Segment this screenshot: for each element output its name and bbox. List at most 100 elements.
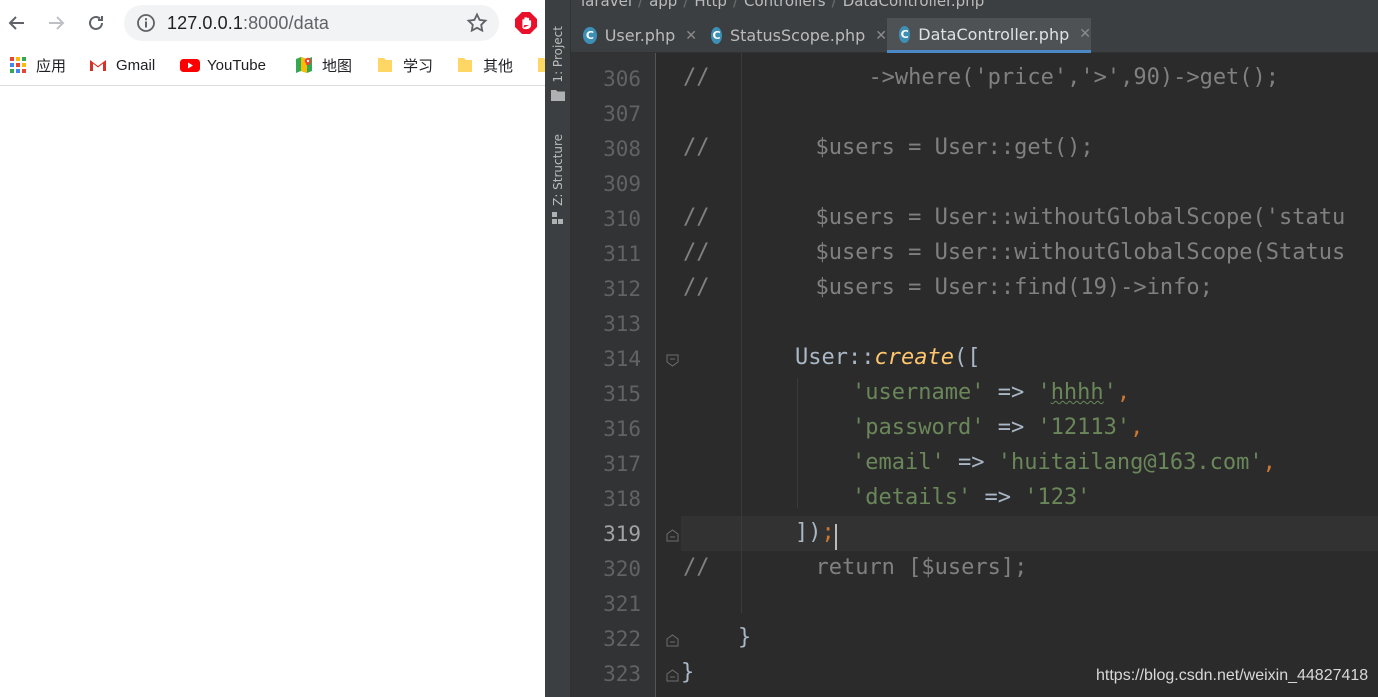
- bookmark-gmail[interactable]: Gmail: [88, 54, 155, 76]
- reload-icon: [89, 15, 103, 30]
- line-number: 322: [603, 627, 641, 651]
- tab-statusscope-php[interactable]: C StatusScope.php ✕: [699, 18, 887, 53]
- line-number: 314: [603, 347, 641, 371]
- info-icon[interactable]: [136, 13, 156, 33]
- code-text: return [$users];: [709, 555, 1028, 580]
- fold-close-icon[interactable]: [666, 529, 679, 542]
- php-class-icon: C: [899, 25, 911, 43]
- breadcrumb-item[interactable]: Controllers: [744, 0, 826, 10]
- line-number: 310: [603, 207, 641, 231]
- indent-guide: [797, 378, 798, 508]
- close-icon[interactable]: ✕: [685, 28, 697, 44]
- code-text: $users = User::withoutGlobalScope(Status: [709, 240, 1346, 265]
- bookmark-label: 学习: [403, 57, 434, 75]
- bookmark-folder-study[interactable]: 学习: [375, 54, 433, 76]
- breadcrumb-item[interactable]: app: [649, 0, 677, 10]
- code-line: 'password' => '12113',: [852, 415, 1144, 440]
- line-number: 317: [603, 452, 641, 476]
- code-line: // $users = User::withoutGlobalScope(Sta…: [683, 240, 1345, 265]
- forward-button[interactable]: [41, 8, 71, 38]
- close-icon[interactable]: ✕: [875, 28, 887, 44]
- close-icon[interactable]: ✕: [1079, 26, 1091, 42]
- code-line: 'details' => '123': [852, 485, 1091, 510]
- code-editor[interactable]: 306 307 308 309 310 311 312 313 314 315 …: [571, 53, 1378, 697]
- structure-tab-label: Z: Structure: [551, 134, 565, 206]
- bookmark-youtube[interactable]: YouTube: [179, 54, 266, 76]
- structure-icon: [552, 211, 563, 224]
- comment-marker: //: [683, 275, 710, 300]
- bookmark-label: Gmail: [116, 56, 156, 74]
- comment-marker: //: [683, 135, 710, 160]
- gmail-icon: [88, 55, 108, 75]
- code-line: }: [738, 625, 752, 650]
- page-content: [0, 87, 545, 697]
- folder-icon: [375, 55, 395, 75]
- php-class-icon: C: [583, 27, 597, 44]
- tab-label: DataController.php: [918, 24, 1070, 44]
- back-button[interactable]: [2, 8, 32, 38]
- code-line: }: [681, 660, 695, 685]
- project-tool-tab[interactable]: 1: Project: [547, 26, 569, 101]
- line-number: 313: [603, 312, 641, 336]
- line-number: 323: [603, 662, 641, 686]
- code-line: ]);: [795, 520, 835, 545]
- tab-label: StatusScope.php: [730, 26, 866, 45]
- code-text: ->where('price','>',90)->get();: [709, 65, 1280, 90]
- line-number: 319: [603, 522, 641, 546]
- apps-grid-icon: [8, 55, 28, 75]
- bookmark-apps[interactable]: 应用: [8, 54, 66, 76]
- tool-window-strip: 1: Project Z: Structure: [545, 0, 571, 697]
- youtube-icon: [179, 55, 200, 75]
- code-line: 'email' => 'huitailang@163.com',: [852, 450, 1276, 475]
- tab-datacontroller-php[interactable]: C DataController.php ✕: [887, 18, 1091, 53]
- comment-marker: //: [683, 240, 710, 265]
- ide-window: 1: Project Z: Structure laravel / app / Http…: [545, 0, 1378, 697]
- bookmarks-bar: 应用 Gmail YouTube 地图 学习 其他: [0, 46, 545, 86]
- folder-icon: [551, 89, 565, 101]
- bookmark-label: YouTube: [207, 56, 266, 74]
- line-number: 321: [603, 592, 641, 616]
- code-line: // return [$users];: [683, 555, 1027, 580]
- bookmark-maps[interactable]: 地图: [294, 54, 352, 76]
- line-number: 318: [603, 487, 641, 511]
- line-number: 309: [603, 172, 641, 196]
- comment-marker: //: [683, 555, 710, 580]
- project-tab-label: 1: Project: [551, 26, 565, 83]
- structure-tool-tab[interactable]: Z: Structure: [547, 134, 569, 224]
- current-line-highlight: [681, 516, 1378, 551]
- line-number: 315: [603, 382, 641, 406]
- line-number: 316: [603, 417, 641, 441]
- code-line: // ->where('price','>',90)->get();: [683, 65, 1279, 90]
- comment-marker: //: [683, 205, 710, 230]
- breadcrumb-item[interactable]: DataController.php: [843, 0, 985, 10]
- line-number: 307: [603, 102, 641, 126]
- bookmark-star-icon[interactable]: [465, 11, 489, 35]
- line-number: 320: [603, 557, 641, 581]
- fold-open-icon[interactable]: [666, 354, 679, 367]
- tab-user-php[interactable]: C User.php ✕: [571, 18, 697, 53]
- bookmark-folder-other[interactable]: 其他: [455, 54, 513, 76]
- code-text: $users = User::withoutGlobalScope('statu: [709, 205, 1346, 230]
- navigation-breadcrumb: laravel / app / Http / Controllers / DataControl…: [571, 0, 1378, 18]
- fold-close-icon[interactable]: [666, 634, 679, 647]
- code-line: 'username' => 'hhhh',: [852, 380, 1131, 405]
- breadcrumb-item[interactable]: laravel: [581, 0, 632, 10]
- line-number: 311: [603, 242, 641, 266]
- browser-window: 127.0.0.1:8000/data 应用 Gmail YouTube 地图 …: [0, 0, 545, 697]
- adblock-extension-icon[interactable]: [514, 11, 538, 35]
- bookmark-overflow-folder[interactable]: [535, 54, 545, 76]
- reload-button[interactable]: [81, 8, 111, 38]
- line-number: 312: [603, 277, 641, 301]
- code-line: User::create([: [795, 345, 981, 370]
- gutter-divider: [655, 53, 656, 697]
- bookmark-label: 其他: [483, 57, 514, 75]
- tab-label: User.php: [604, 26, 676, 45]
- php-class-icon: C: [711, 27, 722, 44]
- breadcrumb-item[interactable]: Http: [694, 0, 727, 10]
- comment-marker: //: [683, 65, 710, 90]
- folder-icon: [455, 55, 475, 75]
- fold-close-icon[interactable]: [666, 669, 679, 682]
- address-bar[interactable]: 127.0.0.1:8000/data: [124, 5, 499, 41]
- bookmark-label: 地图: [322, 57, 353, 75]
- folder-icon: [535, 55, 545, 75]
